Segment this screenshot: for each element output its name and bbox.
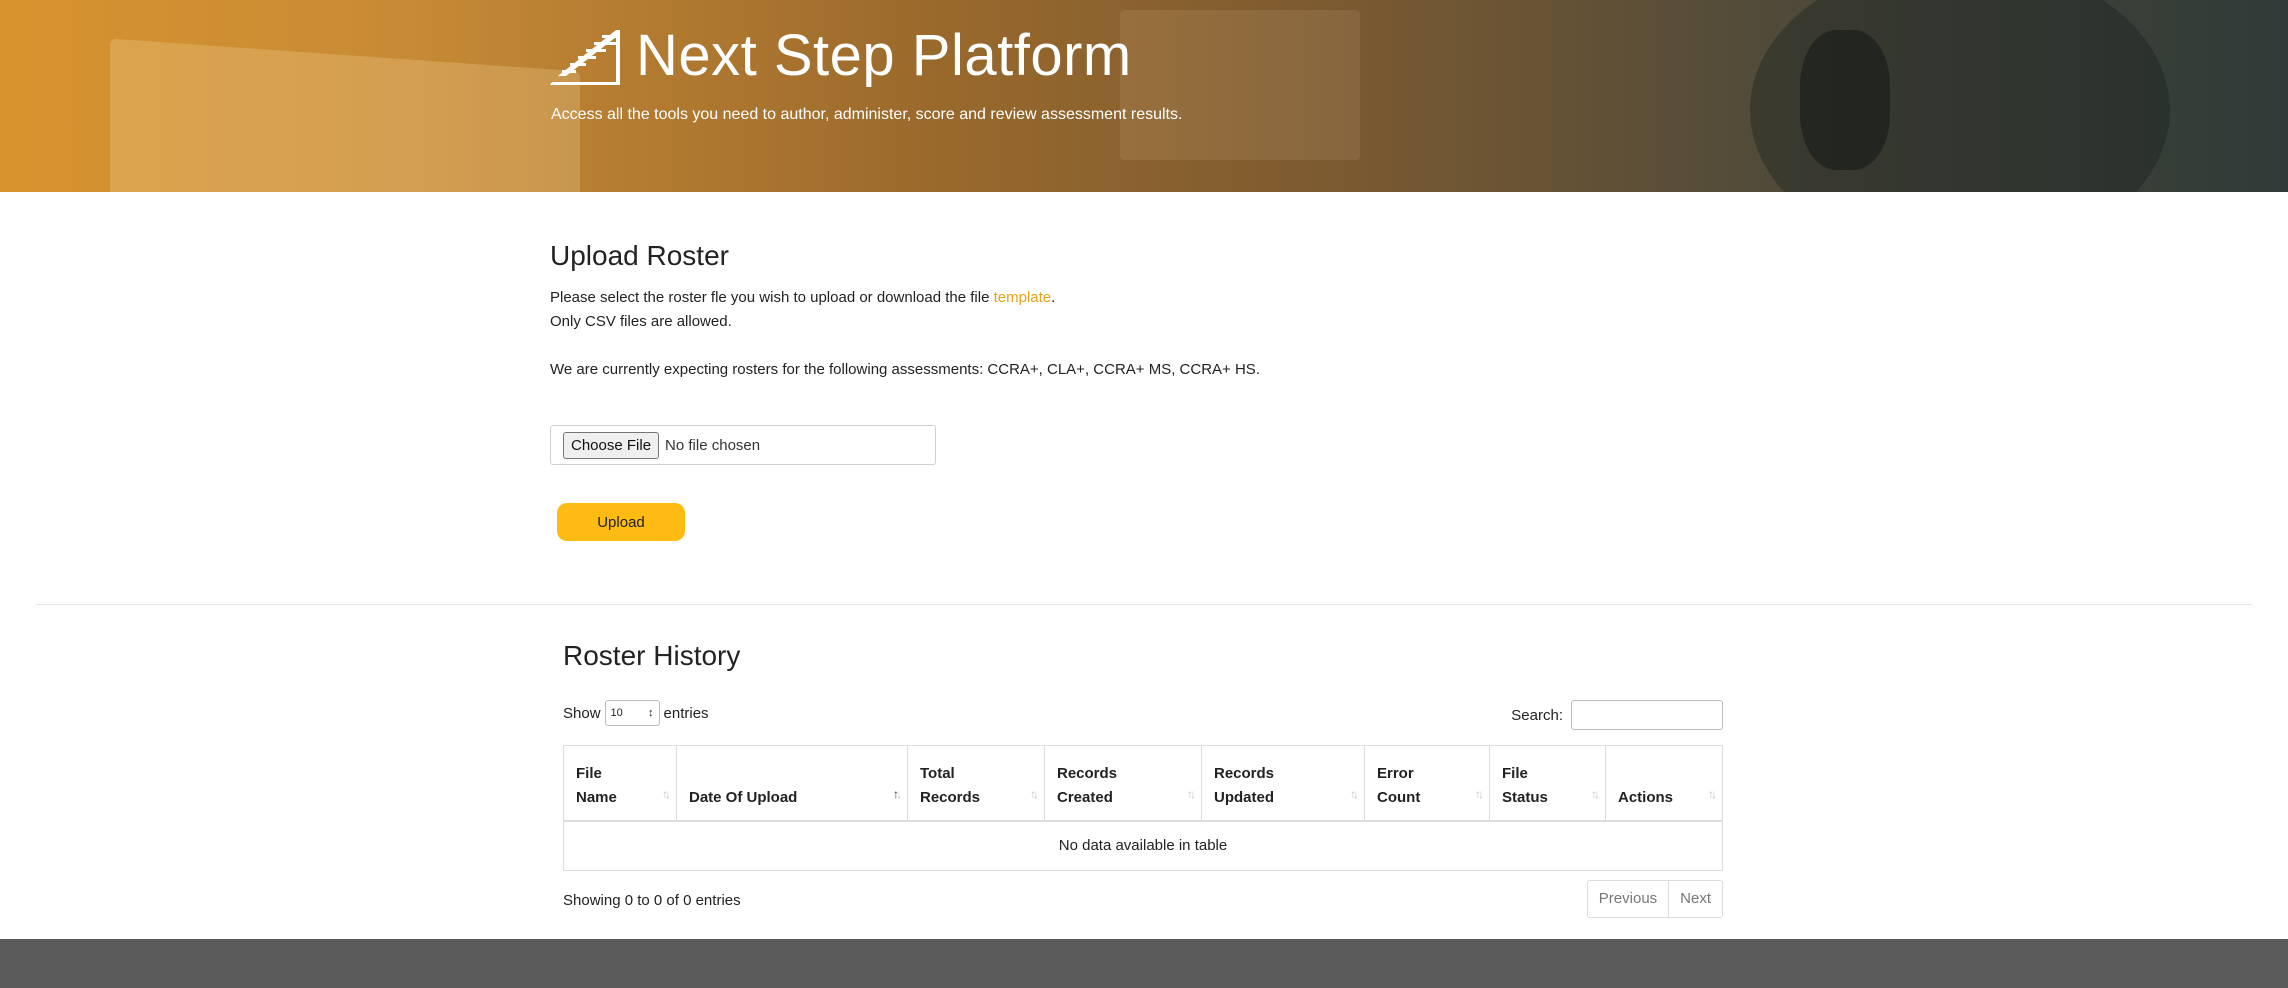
entries-value: 10	[610, 707, 623, 719]
table-row: No data available in table	[563, 820, 1723, 871]
sort-icon: ↑↓	[1030, 786, 1039, 801]
table-controls: Show 10 ↕ entries Search:	[563, 700, 1723, 732]
upload-roster-section: Upload Roster Please select the roster f…	[550, 240, 1260, 541]
template-link[interactable]: template	[994, 289, 1052, 306]
pagination: Previous Next	[1586, 880, 1723, 918]
hero-background-frame	[1120, 10, 1360, 160]
upload-button[interactable]: Upload	[557, 503, 685, 541]
show-label: Show	[563, 704, 601, 722]
choose-file-button[interactable]: Choose File	[563, 431, 660, 459]
instruction-suffix: .	[1051, 289, 1056, 306]
expecting-note: We are currently expecting rosters for t…	[550, 361, 1260, 378]
csv-note: Only CSV files are allowed.	[550, 313, 732, 330]
column-header-file-status[interactable]: File Status ↑↓	[1489, 745, 1606, 822]
search-input[interactable]	[1571, 700, 1723, 730]
sort-icon: ↑↓	[1708, 786, 1717, 801]
column-header-records-created[interactable]: Records Created ↑↓	[1044, 745, 1202, 822]
sort-icon: ↑↓	[1591, 786, 1600, 801]
column-header-error-count[interactable]: Error Count ↑↓	[1364, 745, 1490, 822]
hero-background-laptop	[110, 38, 580, 192]
section-divider	[35, 604, 2253, 605]
updown-icon: ↕	[648, 707, 654, 719]
sort-icon: ↑↓	[1475, 786, 1484, 801]
next-button[interactable]: Next	[1668, 881, 1722, 917]
roster-history-section: Roster History Show 10 ↕ entries Search:…	[563, 640, 1723, 918]
file-status-text: No file chosen	[665, 436, 761, 454]
upload-heading: Upload Roster	[550, 240, 729, 271]
upload-instruction: Please select the roster fle you wish to…	[550, 286, 1260, 310]
platform-title: Next Step Platform	[636, 23, 1132, 88]
table-search: Search:	[1511, 700, 1723, 730]
column-header-records-updated[interactable]: Records Updated ↑↓	[1201, 745, 1365, 822]
sort-ascending-icon: ↑↓	[893, 786, 902, 801]
platform-subtitle: Access all the tools you need to author,…	[551, 106, 1183, 123]
hero-background-shadow	[1800, 30, 1890, 170]
table-info: Showing 0 to 0 of 0 entries	[563, 892, 741, 909]
empty-table-message: No data available in table	[563, 820, 1723, 871]
column-header-total-records[interactable]: Total Records ↑↓	[907, 745, 1045, 822]
sort-icon: ↑↓	[1187, 786, 1196, 801]
column-header-file-name[interactable]: File Name ↑↓	[563, 745, 677, 822]
instruction-prefix: Please select the roster fle you wish to…	[550, 289, 994, 306]
file-input[interactable]: Choose File No file chosen	[550, 425, 936, 465]
sort-icon: ↑↓	[1350, 786, 1359, 801]
column-header-actions[interactable]: Actions ↑↓	[1605, 745, 1723, 822]
entries-length: Show 10 ↕ entries	[563, 700, 709, 726]
search-label: Search:	[1511, 706, 1563, 724]
hero-banner: Next Step Platform Access all the tools …	[0, 0, 2288, 192]
entries-label: entries	[663, 704, 709, 722]
stairs-logo-icon	[550, 29, 620, 85]
entries-select[interactable]: 10 ↕	[604, 700, 660, 726]
roster-history-table: File Name ↑↓ Date Of Upload ↑↓ Total Recor…	[563, 745, 1723, 871]
previous-button[interactable]: Previous	[1588, 881, 1668, 917]
history-heading: Roster History	[563, 640, 741, 671]
page-footer	[0, 939, 2288, 988]
sort-icon: ↑↓	[662, 786, 671, 801]
table-header-row: File Name ↑↓ Date Of Upload ↑↓ Total Recor…	[563, 745, 1723, 822]
brand: Next Step Platform	[550, 22, 1132, 89]
column-header-date-of-upload[interactable]: Date Of Upload ↑↓	[676, 745, 908, 822]
